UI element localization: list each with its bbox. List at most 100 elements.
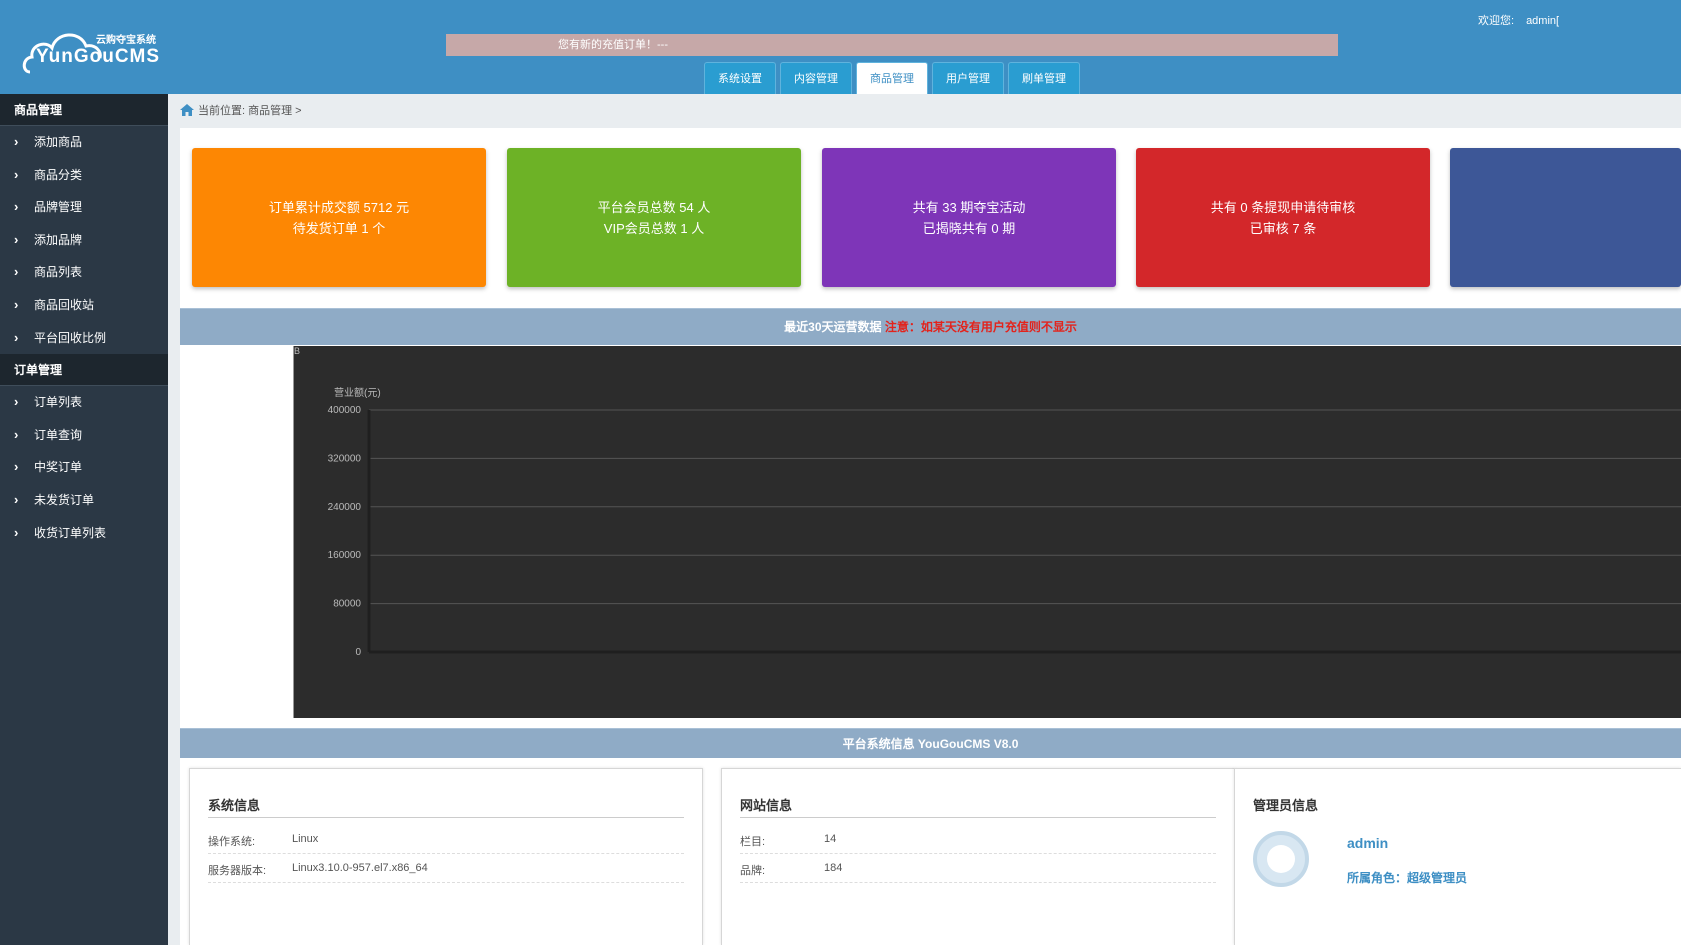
sidebar-item-label: 添加商品 [34, 135, 83, 149]
y-tick-label: 160000 [328, 550, 362, 561]
stat-card-line: 平台会员总数 54 人 [597, 199, 711, 215]
sidebar-item-product-category[interactable]: › 商品分类 [0, 159, 168, 192]
ops-section-header: 最近30天运营数据 注意：如某天没有用户充值则不显示 [180, 308, 1681, 345]
y-axis-label: 营业额(元) [334, 386, 381, 399]
info-key: 操作系统: [208, 836, 256, 848]
sidebar-item-recycle-ratio[interactable]: › 平台回收比例 [0, 322, 168, 355]
logo-title: YunGouCMS [36, 46, 161, 67]
sidebar-item-received-orders[interactable]: › 收货订单列表 [0, 517, 168, 550]
y-tick-label: 320000 [328, 453, 362, 464]
sidebar-group-products[interactable]: 商品管理 [0, 94, 168, 126]
breadcrumb: 当前位置: 商品管理 > [180, 102, 302, 118]
chevron-right-icon: › [14, 166, 19, 182]
breadcrumb-text: 当前位置: 商品管理 > [198, 105, 302, 117]
tab-system-settings[interactable]: 系统设置 [704, 62, 776, 94]
stat-card-line: 待发货订单 1 个 [292, 220, 386, 236]
info-value: 14 [824, 833, 837, 845]
tab-fake-order-management[interactable]: 刷单管理 [1008, 62, 1080, 94]
chevron-right-icon: › [14, 329, 19, 345]
stat-card-members[interactable]: 平台会员总数 54 人 VIP会员总数 1 人 [507, 148, 801, 287]
chevron-right-icon: › [14, 459, 19, 475]
sidebar-item-order-list[interactable]: › 订单列表 [0, 386, 168, 419]
stat-card-line: VIP会员总数 1 人 [603, 220, 705, 236]
chevron-right-icon: › [14, 296, 19, 312]
site-info-card: 网站信息 栏目: 14 品牌: 184 [721, 768, 1235, 945]
sidebar-item-label: 商品列表 [34, 265, 83, 280]
sidebar-item-label: 平台回收比例 [34, 330, 107, 345]
admin-info-title: 管理员信息 [1253, 798, 1319, 813]
site-info-title: 网站信息 [740, 798, 793, 813]
sidebar-group-orders[interactable]: 订单管理 [0, 354, 168, 387]
stat-card-line: 共有 33 期夺宝活动 [912, 199, 1026, 215]
stat-card-extra[interactable] [1450, 148, 1681, 287]
stat-card-line: 共有 0 条提现申请待审核 [1210, 199, 1356, 215]
sidebar-item-winning-orders[interactable]: › 中奖订单 [0, 451, 168, 484]
recharge-notice[interactable]: 您有新的充值订单！--- [446, 34, 1338, 56]
tab-product-management[interactable]: 商品管理 [856, 62, 928, 94]
sidebar-item-label: 中奖订单 [34, 460, 83, 475]
sidebar-item-brand-management[interactable]: › 品牌管理 [0, 191, 168, 224]
sidebar-item-product-recycle-bin[interactable]: › 商品回收站 [0, 289, 168, 322]
info-value: Linux [292, 833, 319, 845]
top-header: 云购夺宝系统 YunGouCMS 您有新的充值订单！--- 欢迎您: admin[… [0, 0, 1681, 94]
chevron-right-icon: › [14, 231, 19, 247]
divider [740, 817, 1216, 818]
sidebar-item-label: 商品分类 [34, 167, 83, 182]
stat-card-orders[interactable]: 订单累计成交额 5712 元 待发货订单 1 个 [192, 148, 486, 287]
sidebar-item-label: 收货订单列表 [34, 525, 107, 540]
sidebar-item-order-search[interactable]: › 订单查询 [0, 419, 168, 452]
chevron-right-icon: › [14, 134, 19, 149]
info-key: 栏目: [740, 836, 766, 848]
sidebar-item-add-brand[interactable]: › 添加品牌 [0, 224, 168, 257]
sidebar-item-label: 商品回收站 [34, 297, 95, 312]
info-key: 品牌: [740, 865, 766, 877]
main-area: 当前位置: 商品管理 > 订单累计成交额 5712 元 待发货订单 1 个 平台… [168, 94, 1681, 945]
sidebar-item-add-product[interactable]: › 添加商品 [0, 126, 168, 159]
chevron-right-icon: › [14, 524, 19, 540]
info-row: 栏目: 14 [740, 825, 1216, 854]
top-nav-tabs: 系统设置 内容管理 商品管理 用户管理 刷单管理 [704, 62, 1084, 94]
admin-role: 所属角色：超级管理员 [1347, 871, 1468, 885]
info-key: 服务器版本: [208, 865, 267, 877]
revenue-chart: B 营业额(元) 400000 320000 240000 160000 80000 0 [293, 346, 1681, 718]
system-info-title: 系统信息 [208, 798, 261, 813]
admin-name[interactable]: admin [1347, 835, 1388, 851]
home-icon [180, 104, 194, 116]
chevron-right-icon: › [14, 491, 19, 507]
sidebar: 商品管理 › 添加商品 › 商品分类 › 品牌管理 › 添加品牌 › 商品列表 › 商品回收… [0, 94, 168, 945]
avatar [1253, 831, 1309, 887]
sidebar-item-unshipped-orders[interactable]: › 未发货订单 [0, 484, 168, 517]
stat-card-line: 已揭晓共有 0 期 [922, 220, 1016, 236]
system-info-card: 系统信息 操作系统: Linux 服务器版本: Linux3.10.0-957.… [189, 768, 703, 945]
chevron-right-icon: › [14, 426, 19, 442]
sidebar-item-label: 未发货订单 [34, 492, 95, 507]
stat-card-activities[interactable]: 共有 33 期夺宝活动 已揭晓共有 0 期 [822, 148, 1116, 287]
stat-card-line: 订单累计成交额 5712 元 [268, 199, 410, 215]
welcome-user[interactable]: admin[ [1526, 15, 1559, 27]
stat-card-withdrawals[interactable]: 共有 0 条提现申请待审核 已审核 7 条 [1136, 148, 1430, 287]
ops-section-title: 最近30天运营数据 [784, 320, 882, 334]
chevron-right-icon: › [14, 394, 19, 410]
chevron-right-icon: › [14, 264, 19, 280]
sys-section-title: 平台系统信息 YouGouCMS V8.0 [842, 737, 1019, 751]
y-tick-label: 0 [355, 647, 361, 658]
y-tick-label: 80000 [333, 599, 361, 610]
tab-user-management[interactable]: 用户管理 [932, 62, 1004, 94]
y-tick-label: 240000 [328, 502, 362, 513]
y-tick-label: 400000 [328, 405, 362, 416]
sidebar-item-label: 订单列表 [34, 395, 83, 410]
stat-card-line: 已审核 7 条 [1249, 220, 1317, 236]
dashboard-content: 订单累计成交额 5712 元 待发货订单 1 个 平台会员总数 54 人 VIP… [180, 128, 1681, 945]
logo[interactable]: 云购夺宝系统 YunGouCMS [22, 20, 172, 76]
sidebar-item-product-list[interactable]: › 商品列表 [0, 256, 168, 289]
revenue-chart-svg: B 营业额(元) 400000 320000 240000 160000 80000 0 [294, 346, 1681, 658]
info-value: Linux3.10.0-957.el7.x86_64 [292, 862, 428, 874]
tab-content-management[interactable]: 内容管理 [780, 62, 852, 94]
info-row: 品牌: 184 [740, 854, 1216, 883]
sidebar-item-label: 品牌管理 [34, 200, 83, 215]
sidebar-item-label: 添加品牌 [34, 232, 83, 247]
logo-subtitle: 云购夺宝系统 [96, 35, 156, 46]
ops-section-warning: 注意：如某天没有用户充值则不显示 [884, 320, 1077, 334]
info-row: 操作系统: Linux [208, 825, 684, 854]
chevron-right-icon: › [14, 199, 19, 215]
